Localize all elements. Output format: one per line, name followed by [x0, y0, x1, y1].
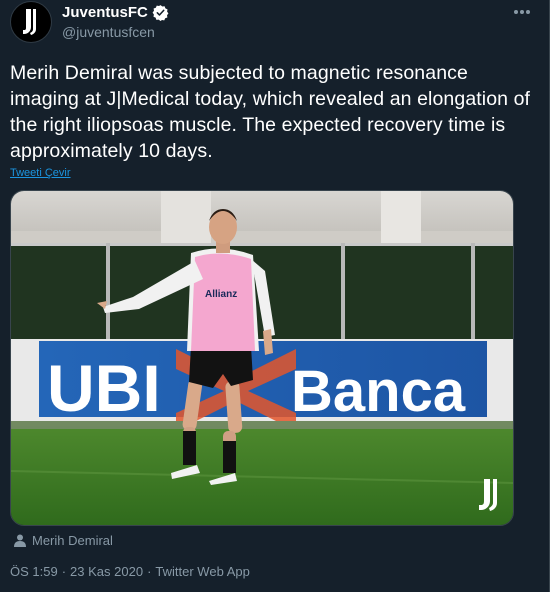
- ad-board-right-text: Banca: [291, 359, 466, 424]
- avatar[interactable]: [10, 1, 52, 43]
- display-name[interactable]: JuventusFC: [62, 4, 148, 21]
- account-handle[interactable]: @juventusfcen: [62, 24, 155, 40]
- tagged-user-name[interactable]: Merih Demiral: [32, 533, 113, 548]
- account-name-row[interactable]: JuventusFC: [62, 4, 169, 21]
- meta-separator: ·: [61, 564, 67, 579]
- translate-tweet-link[interactable]: Tweeti Çevir: [10, 167, 71, 179]
- more-options-button[interactable]: [511, 6, 533, 18]
- verified-badge-icon: [152, 5, 169, 21]
- more-dot-icon: [526, 10, 530, 14]
- tagged-people[interactable]: Merih Demiral: [14, 533, 113, 548]
- tweet-date[interactable]: 23 Kas 2020: [70, 564, 143, 579]
- tweet-source[interactable]: Twitter Web App: [155, 564, 249, 579]
- tweet-card: JuventusFC @juventusfcen Merih Demiral w…: [0, 0, 550, 592]
- more-dot-icon: [514, 10, 518, 14]
- meta-separator: ·: [147, 564, 152, 579]
- person-icon: [14, 534, 26, 547]
- tweet-meta: ÖS 1:59 · 23 Kas 2020 · Twitter Web App: [10, 564, 250, 579]
- more-dot-icon: [520, 10, 524, 14]
- ad-board-left-text: UBI: [47, 351, 161, 425]
- photo-scene: UBI Banca Allianz: [11, 191, 513, 525]
- juventus-logo-icon: [23, 9, 36, 35]
- tweet-text: Merih Demiral was subjected to magnetic …: [10, 62, 531, 162]
- bib-sponsor-text: Allianz: [205, 289, 237, 300]
- tweet-time[interactable]: ÖS 1:59: [10, 564, 58, 579]
- tweet-photo[interactable]: UBI Banca Allianz: [10, 190, 514, 526]
